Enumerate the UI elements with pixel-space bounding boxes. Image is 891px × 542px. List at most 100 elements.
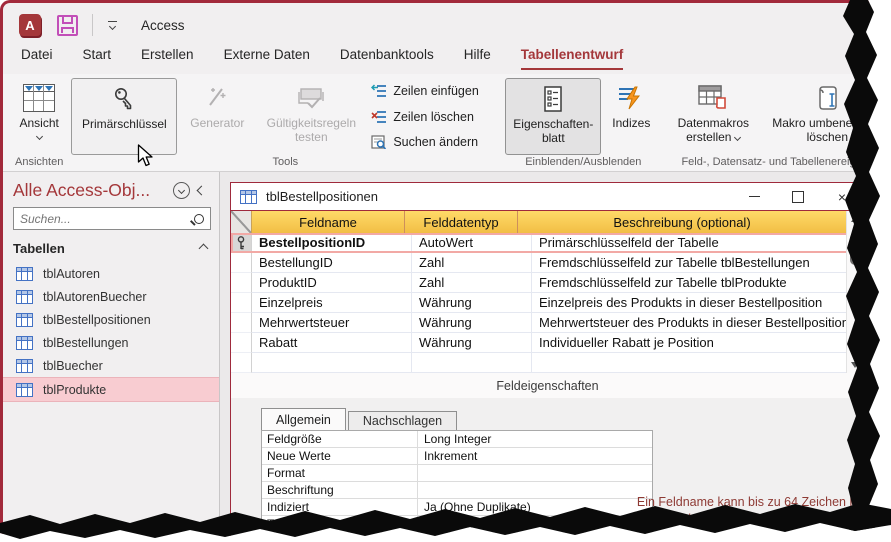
property-sheet-icon <box>542 83 564 115</box>
grid-scrollbar[interactable] <box>846 211 864 373</box>
mouse-cursor <box>137 144 153 167</box>
access-window: A Access Datei Start Erstellen Externe D… <box>0 0 891 542</box>
customize-quick-access-icon[interactable] <box>105 20 119 31</box>
property-row-format[interactable]: Format <box>262 465 652 482</box>
tab-datei[interactable]: Datei <box>21 47 53 68</box>
group-label-ereignisse: Feld-, Datensatz- und Tabellenereignisse <box>681 156 882 168</box>
sidebar-item-tblbuecher[interactable]: tblBuecher <box>3 354 219 377</box>
suchen-aendern-button[interactable]: Suchen ändern <box>371 132 493 152</box>
search-input[interactable] <box>20 211 194 226</box>
tab-erstellen[interactable]: Erstellen <box>141 47 194 68</box>
field-row-empty[interactable] <box>231 353 864 373</box>
maximize-button[interactable] <box>776 183 820 210</box>
sidebar-item-tblbestellungen[interactable]: tblBestellungen <box>3 331 219 354</box>
row-selector[interactable] <box>231 353 252 373</box>
field-grid: Feldname Felddatentyp Beschreibung (opti… <box>231 211 864 373</box>
table-icon <box>16 289 33 304</box>
data-macro-icon <box>697 82 729 114</box>
minimize-button[interactable] <box>732 183 776 210</box>
grid-header-row: Feldname Felddatentyp Beschreibung (opti… <box>231 211 864 233</box>
rows-buttons: Zeilen einfügen Zeilen löschen Suchen än… <box>365 78 499 155</box>
field-row-bestellpositionid[interactable]: BestellpositionID AutoWert Primärschlüss… <box>231 233 864 253</box>
field-row-bestellungid[interactable]: BestellungID Zahl Fremdschlüsselfeld zur… <box>231 253 864 273</box>
row-selector-primary-key[interactable] <box>231 233 252 253</box>
zeilen-einfuegen-button[interactable]: Zeilen einfügen <box>371 81 493 101</box>
property-row-beschriftung[interactable]: Beschriftung <box>262 482 652 499</box>
group-label-einblenden: Einblenden/Ausblenden <box>525 156 642 168</box>
macro-rename-icon <box>812 82 842 114</box>
chevron-down-icon <box>734 134 742 142</box>
tab-tabellenentwurf[interactable]: Tabellenentwurf <box>520 47 624 70</box>
group-einblenden: Eigenschaften- blatt Indizes Einblenden/… <box>503 74 663 171</box>
access-logo-icon: A <box>19 14 41 36</box>
scroll-thumb[interactable] <box>850 233 860 265</box>
field-row-einzelpreis[interactable]: Einzelpreis Währung Einzelpreis des Prod… <box>231 293 864 313</box>
datenmakros-button[interactable]: Datenmakros erstellen <box>667 78 759 155</box>
delete-rows-icon <box>371 110 387 123</box>
sidebar-item-tblautorenbuecher[interactable]: tblAutorenBuecher <box>3 285 219 308</box>
section-tabellen[interactable]: Tabellen <box>3 234 219 262</box>
field-row-rabatt[interactable]: Rabatt Währung Individueller Rabatt je P… <box>231 333 864 353</box>
makro-umbenennen-button[interactable]: Makro umbenennen/ löschen <box>759 78 891 155</box>
tab-hilfe[interactable]: Hilfe <box>464 47 491 68</box>
generator-button: Generator <box>177 78 257 155</box>
shutter-close-icon[interactable] <box>196 185 207 196</box>
col-felddatentyp[interactable]: Felddatentyp <box>405 211 518 233</box>
nav-menu-icon[interactable] <box>173 182 190 199</box>
sidebar-item-tblautoren[interactable]: tblAutoren <box>3 262 219 285</box>
ansicht-button[interactable]: Ansicht <box>15 78 62 155</box>
feldeigenschaften-caption: Feldeigenschaften <box>231 373 864 398</box>
property-row-textausrichtung[interactable]: Textausrichtung Standard <box>262 516 652 532</box>
scroll-down-icon[interactable] <box>851 362 859 368</box>
zeilen-loeschen-button[interactable]: Zeilen löschen <box>371 107 493 127</box>
row-selector[interactable] <box>231 333 252 353</box>
property-row-feldgroesse[interactable]: Feldgröße Long Integer <box>262 431 652 448</box>
indizes-button[interactable]: Indizes <box>601 78 661 155</box>
col-feldname[interactable]: Feldname <box>252 211 405 233</box>
field-row-mehrwertsteuer[interactable]: Mehrwertsteuer Währung Mehrwertsteuer de… <box>231 313 864 333</box>
tab-externe-daten[interactable]: Externe Daten <box>224 47 310 68</box>
search-icon <box>194 213 204 224</box>
close-button[interactable]: × <box>820 183 864 210</box>
ribbon-tabs: Datei Start Erstellen Externe Daten Date… <box>3 47 891 74</box>
row-selector[interactable] <box>231 293 252 313</box>
field-properties-pane: Allgemein Nachschlagen Feldgröße Long In… <box>231 398 881 542</box>
app-title: Access <box>141 17 185 33</box>
table-icon <box>16 382 33 397</box>
row-selector[interactable] <box>231 313 252 333</box>
chevron-down-icon <box>35 132 43 140</box>
navigation-pane: Alle Access-Obj... Tabellen tblAutoren <box>3 172 220 542</box>
screenshot: A Access Datei Start Erstellen Externe D… <box>0 0 891 542</box>
save-icon[interactable] <box>57 14 78 36</box>
search-box[interactable] <box>13 207 211 230</box>
nav-pane-title: Alle Access-Obj... <box>13 180 151 200</box>
group-ansichten: Ansicht Ansichten <box>11 74 67 171</box>
field-row-produktid[interactable]: ProduktID Zahl Fremdschlüsselfeld zur Ta… <box>231 273 864 293</box>
magic-wand-icon <box>204 82 230 114</box>
table-design-window: tblBestellpositionen × Feldname Felddate <box>230 182 881 542</box>
col-beschreibung[interactable]: Beschreibung (optional) <box>518 211 847 233</box>
table-icon <box>16 358 33 373</box>
sidebar-item-tblprodukte[interactable]: tblProdukte <box>3 377 219 402</box>
row-selector[interactable] <box>231 253 252 273</box>
eigenschaftenblatt-button[interactable]: Eigenschaften- blatt <box>505 78 602 155</box>
tab-nachschlagen[interactable]: Nachschlagen <box>347 411 458 430</box>
primaerschluessel-button[interactable]: Primärschlüssel <box>71 78 178 155</box>
sidebar-item-tblbestellpositionen[interactable]: tblBestellpositionen <box>3 308 219 331</box>
scroll-up-icon[interactable] <box>851 216 859 222</box>
row-selector[interactable] <box>231 273 252 293</box>
tab-datenbanktools[interactable]: Datenbanktools <box>340 47 434 68</box>
help-text: Ein Feldname kann bis zu 64 Zeichen lang… <box>629 495 881 526</box>
property-row-indiziert[interactable]: Indiziert Ja (Ohne Duplikate) <box>262 499 652 516</box>
primary-key-icon <box>237 235 245 249</box>
grid-corner-cell <box>231 211 252 233</box>
group-label-tools: Tools <box>272 156 299 168</box>
gueltigkeitsregeln-button: Gültigkeitsregeln testen <box>257 78 365 155</box>
title-bar: A Access <box>3 3 891 47</box>
quick-access-separator <box>92 14 93 36</box>
modify-lookups-icon <box>371 135 387 149</box>
tab-start[interactable]: Start <box>83 47 112 68</box>
insert-rows-icon <box>371 84 387 97</box>
tab-allgemein[interactable]: Allgemein <box>261 408 346 430</box>
property-row-neue-werte[interactable]: Neue Werte Inkrement <box>262 448 652 465</box>
